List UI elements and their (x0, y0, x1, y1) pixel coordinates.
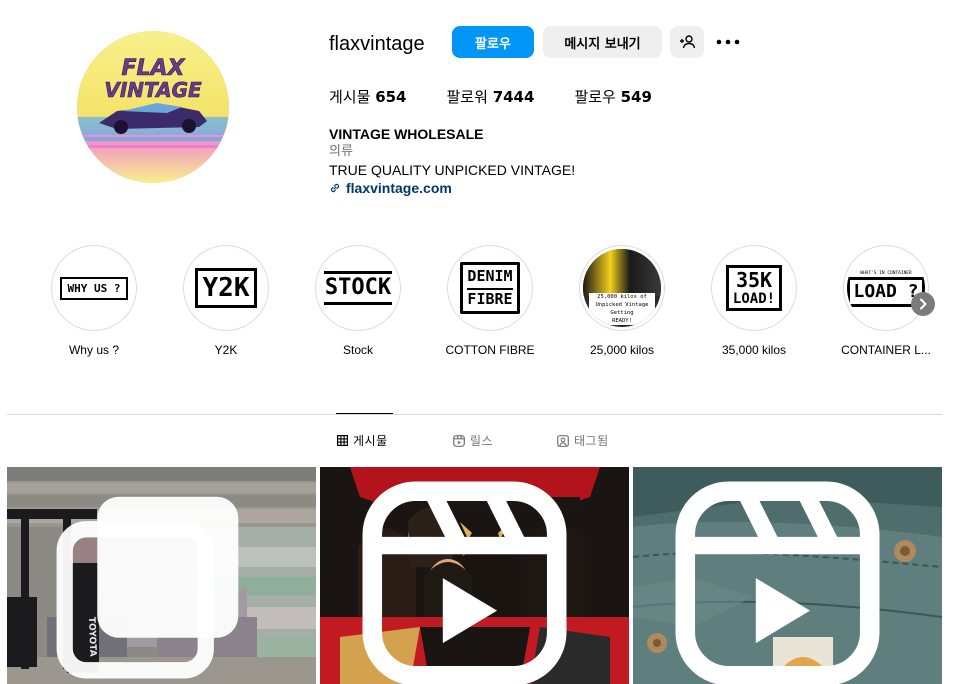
posts-label: 게시물 (329, 88, 371, 106)
suggested-accounts-button[interactable] (670, 26, 704, 58)
profile-tabs: 게시물 릴스 태그됨 (0, 432, 959, 450)
highlight-cover-text-3: Getting (610, 310, 634, 316)
following-count[interactable]: 팔로우 549 (574, 86, 652, 107)
highlight-label: 25,000 kilos (589, 343, 655, 357)
highlights-next-button[interactable] (911, 292, 935, 316)
posts-grid: TOYOTA (7, 467, 942, 684)
highlight-cover-text: STOCK (323, 271, 393, 305)
reels-icon (675, 481, 880, 684)
highlight-y2k[interactable]: Y2K Y2K (176, 245, 276, 357)
highlight-35000-kilos[interactable]: 35K LOAD! 35,000 kilos (704, 245, 804, 357)
tab-posts[interactable]: 게시물 (337, 432, 388, 449)
post-tile[interactable] (320, 467, 629, 684)
highlight-ring: WHAT'S IN CONTAINER LOAD ? (843, 245, 929, 331)
highlight-label: 35,000 kilos (721, 343, 787, 357)
tab-reels[interactable]: 릴스 (453, 432, 493, 449)
carousel-icon (56, 496, 239, 679)
chevron-right-icon (920, 298, 927, 310)
bio-text: TRUE QUALITY UNPICKED VINTAGE! (329, 162, 576, 178)
avatar-text-2: VINTAGE (104, 78, 202, 102)
bio-link[interactable]: flaxvintage.com (329, 179, 575, 197)
following-value: 549 (620, 88, 652, 106)
highlight-cover-photo (583, 249, 661, 296)
story-highlights: WHY US ? Why us ? Y2K Y2K STOCK Stock DE… (44, 245, 939, 365)
followers-count[interactable]: 팔로워 7444 (447, 86, 535, 107)
highlight-cover: WHAT'S IN CONTAINER LOAD ? (847, 249, 925, 327)
highlight-label: Y2K (214, 343, 238, 357)
tab-posts-label: 게시물 (353, 434, 388, 448)
tab-reels-label: 릴스 (470, 434, 494, 448)
highlight-ring: STOCK (315, 245, 401, 331)
highlight-cover: 35K LOAD! (715, 249, 793, 327)
bio-name: VINTAGE WHOLESALE (329, 126, 484, 142)
highlight-cover-text-4: READY! (612, 318, 632, 324)
highlight-cover-text-1: 25,000 kilos of (597, 294, 647, 300)
highlight-cover-text-1: 35K (735, 268, 773, 292)
highlight-stock[interactable]: STOCK Stock (308, 245, 408, 357)
tab-tagged-label: 태그됨 (574, 434, 609, 448)
highlight-cover: 25,000 kilos of Unpicked Vintage Getting… (583, 249, 661, 327)
highlight-ring: DENIM FIBRE (447, 245, 533, 331)
highlight-cover-box: 35K LOAD! (725, 265, 783, 311)
profile-stats: 게시물 654 팔로워 7444 팔로우 549 (329, 86, 652, 107)
more-options-icon (716, 39, 740, 45)
highlight-ring: 35K LOAD! (711, 245, 797, 331)
highlight-label: COTTON FIBRE (445, 343, 535, 357)
highlight-cover-box: DENIM FIBRE (460, 262, 520, 314)
more-options-button[interactable] (714, 28, 742, 56)
highlight-cover-text-2: LOAD! (732, 291, 776, 307)
highlight-cotton-fibre[interactable]: DENIM FIBRE COTTON FIBRE (440, 245, 540, 357)
highlight-ring: WHY US ? (51, 245, 137, 331)
highlight-cover-text: WHY US ? (59, 276, 129, 300)
highlight-25000-kilos[interactable]: 25,000 kilos of Unpicked Vintage Getting… (572, 245, 672, 357)
highlight-cover: WHY US ? (55, 249, 133, 327)
grid-icon (337, 435, 348, 446)
highlight-cover-text: Y2K (194, 268, 258, 308)
add-person-icon (680, 35, 695, 49)
link-icon (330, 183, 340, 193)
highlight-ring: 25,000 kilos of Unpicked Vintage Getting… (579, 245, 665, 331)
highlight-cover: STOCK (319, 249, 397, 327)
active-tab-indicator (336, 413, 393, 414)
message-button[interactable]: 메시지 보내기 (543, 26, 662, 58)
profile-avatar[interactable]: FLAX VINTAGE (77, 31, 229, 183)
reels-icon (362, 481, 567, 684)
highlight-cover: DENIM FIBRE (451, 249, 529, 327)
highlight-cover-text-2: Unpicked Vintage (595, 302, 649, 308)
highlight-cover-small-text: WHAT'S IN CONTAINER (860, 270, 912, 276)
post-tile[interactable] (633, 467, 942, 684)
followers-label: 팔로워 (446, 88, 488, 106)
tabs-divider (7, 414, 942, 415)
profile-username[interactable]: flaxvintage (329, 33, 425, 56)
posts-count: 게시물 654 (329, 86, 407, 107)
tagged-icon (557, 434, 569, 447)
highlight-cover-text-1: DENIM (467, 267, 513, 285)
avatar-image: FLAX VINTAGE (77, 31, 229, 183)
post-tile[interactable]: TOYOTA (7, 467, 316, 684)
bio-link-text: flaxvintage.com (346, 180, 452, 196)
highlight-why-us[interactable]: WHY US ? Why us ? (44, 245, 144, 357)
highlight-cover: Y2K (187, 249, 265, 327)
posts-value: 654 (375, 88, 407, 106)
highlight-label: Stock (342, 343, 373, 357)
highlight-ring: Y2K (183, 245, 269, 331)
following-label: 팔로우 (574, 88, 616, 106)
follow-button[interactable]: 팔로우 (452, 26, 534, 58)
tab-tagged[interactable]: 태그됨 (557, 432, 609, 449)
highlight-cover-caption: 25,000 kilos of Unpicked Vintage Getting… (589, 293, 655, 325)
reels-icon (453, 434, 465, 447)
highlight-label: CONTAINER L... (841, 343, 931, 357)
bio-category: 의류 (329, 144, 353, 159)
highlight-label: Why us ? (68, 343, 119, 357)
followers-value: 7444 (492, 88, 535, 106)
highlight-cover-text-2: FIBRE (467, 288, 513, 308)
profile-bio: VINTAGE WHOLESALE 의류 TRUE QUALITY UNPICK… (329, 125, 575, 197)
